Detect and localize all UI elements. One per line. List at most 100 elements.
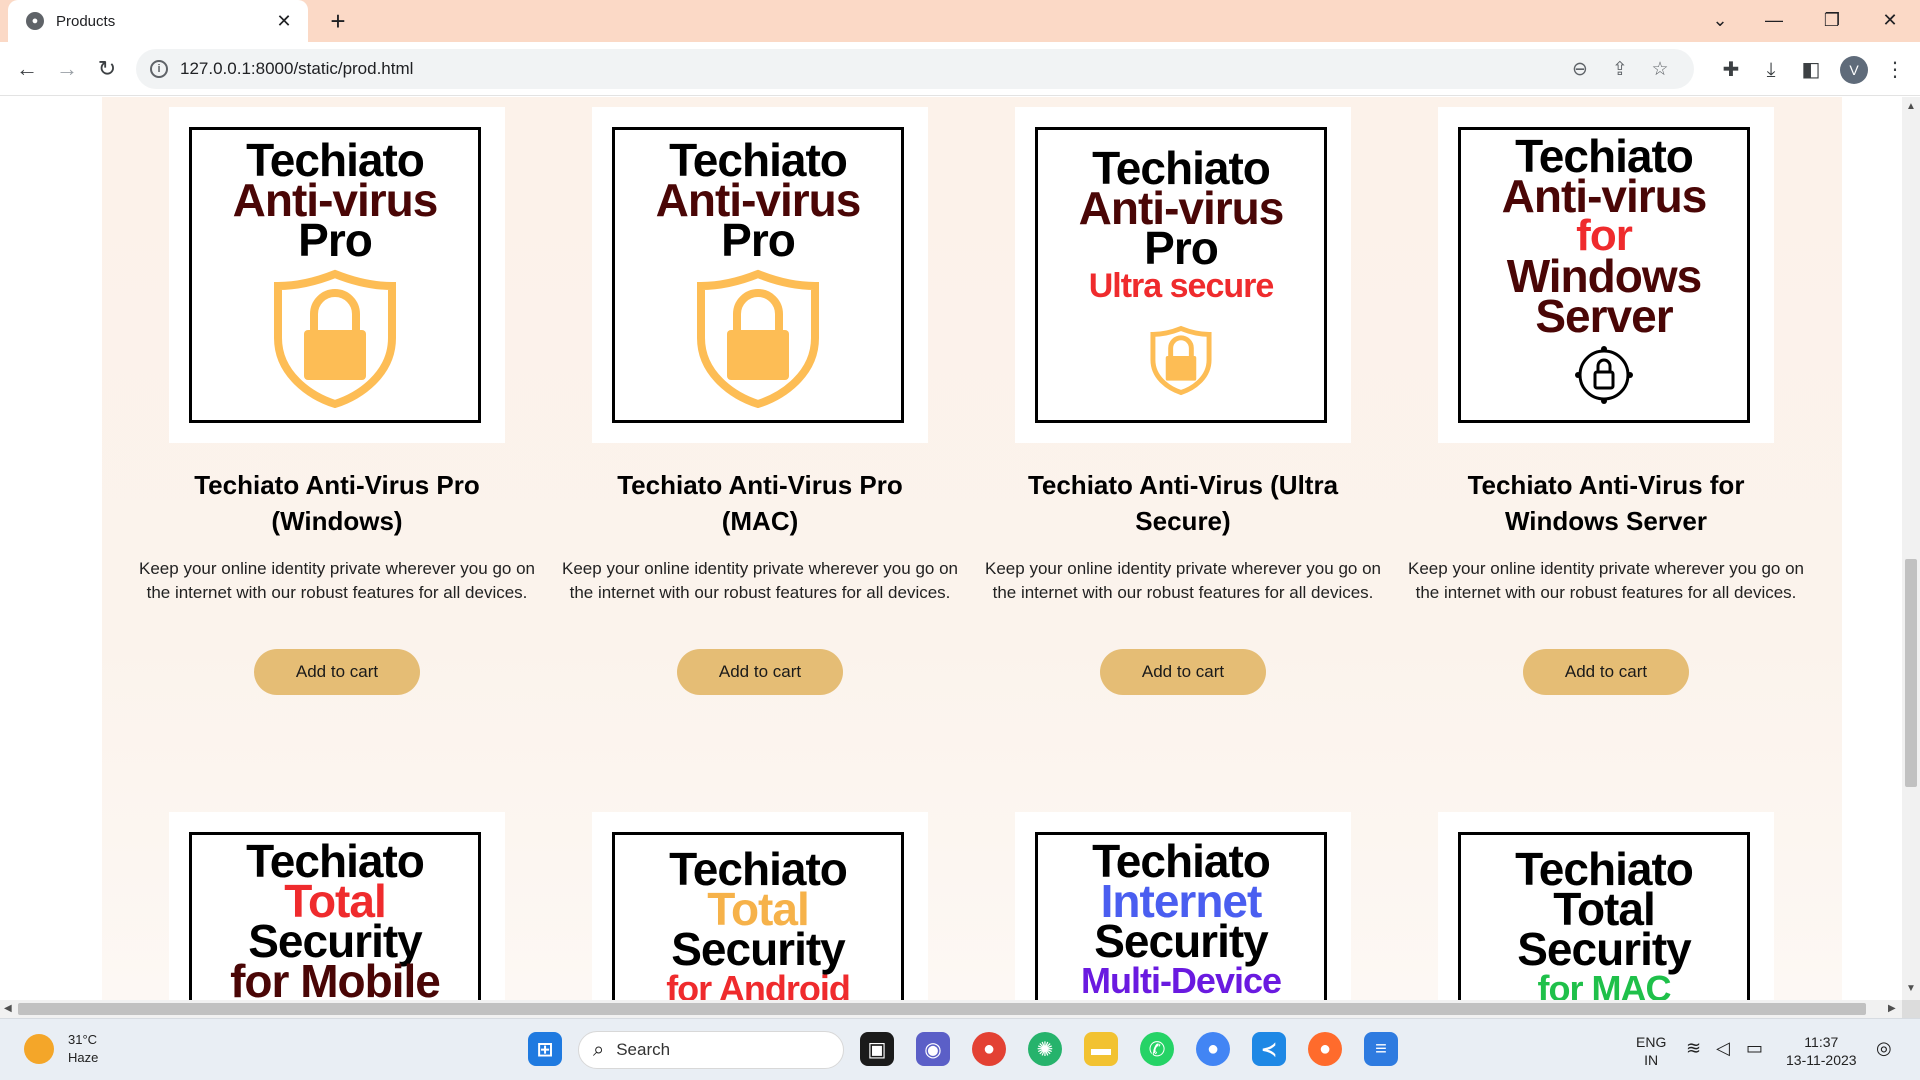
time: 11:37 — [1804, 1034, 1839, 1050]
vscode-icon[interactable]: ≺ — [1252, 1032, 1286, 1066]
shield-lock-icon — [274, 269, 396, 408]
page-viewport: Techiato Anti-virus Pro Techiato Anti-Vi… — [0, 97, 1902, 1000]
product-card: Techiato Internet Security Multi-Device — [1015, 812, 1351, 1000]
search-icon: ⌕ — [593, 1038, 605, 1061]
image-text: Security — [1094, 915, 1269, 967]
forward-icon[interactable]: → — [52, 54, 82, 84]
language-indicator[interactable]: ENG IN — [1636, 1033, 1666, 1069]
scrollbar-corner — [1902, 1000, 1920, 1018]
product-image[interactable]: Techiato Total Security for MAC — [1458, 832, 1750, 1000]
tab-title: Products — [56, 12, 116, 30]
image-text: Pro — [1144, 222, 1219, 274]
firefox-icon[interactable]: ● — [1308, 1032, 1342, 1066]
product-name[interactable]: Techiato Anti-Virus (Ultra Secure) — [971, 467, 1395, 539]
product-description: Keep your online identity private wherev… — [1408, 559, 1804, 602]
product-card: Techiato Anti-virus Pro Ultra secure Tec… — [971, 107, 1395, 695]
browser-toolbar: ← → ↻ i 127.0.0.1:8000/static/prod.html … — [0, 42, 1920, 96]
horizontal-scroll-thumb[interactable] — [18, 1003, 1866, 1015]
add-to-cart-button[interactable]: Add to cart — [677, 649, 843, 695]
product-card: Techiato Anti-virus Pro Techiato Anti-Vi… — [125, 107, 549, 695]
vertical-scroll-thumb[interactable] — [1905, 559, 1917, 787]
address-bar[interactable]: i 127.0.0.1:8000/static/prod.html ⊖ ⇪ ☆ — [136, 49, 1694, 89]
reload-icon[interactable]: ↻ — [92, 54, 122, 84]
search-placeholder: Search — [616, 1040, 671, 1059]
restore-button[interactable]: ❐ — [1808, 0, 1856, 42]
profile-avatar[interactable]: V — [1840, 56, 1868, 84]
url-text[interactable]: 127.0.0.1:8000/static/prod.html — [180, 59, 1560, 79]
scroll-up-icon[interactable]: ▲ — [1902, 101, 1920, 112]
scroll-left-icon[interactable]: ◀ — [4, 1000, 12, 1018]
product-name[interactable]: Techiato Anti-Virus Pro (Windows) — [125, 467, 549, 539]
image-text: Pro — [721, 214, 796, 266]
image-text: Security — [671, 923, 846, 975]
wifi-icon[interactable]: ≋ — [1686, 1039, 1701, 1057]
image-text: for MAC — [1537, 968, 1672, 1001]
product-image[interactable]: Techiato Total Security for Mobile — [189, 832, 481, 1000]
new-tab-button[interactable]: + — [322, 6, 354, 38]
network-lock-icon — [1575, 346, 1633, 404]
region-code: IN — [1644, 1052, 1659, 1068]
scroll-down-icon[interactable]: ▼ — [1902, 983, 1920, 994]
product-image[interactable]: Techiato Anti-virus Pro Ultra secure — [1015, 107, 1351, 443]
extensions-icon[interactable]: ✚ — [1716, 55, 1746, 85]
product-description: Keep your online identity private wherev… — [985, 559, 1381, 602]
notification-icon[interactable]: ◎ — [1876, 1039, 1892, 1057]
image-text: Anti-virus — [1501, 170, 1708, 222]
atom-app-icon[interactable]: ✺ — [1028, 1032, 1062, 1066]
add-to-cart-button[interactable]: Add to cart — [1100, 649, 1266, 695]
back-icon[interactable]: ← — [12, 54, 42, 84]
product-card: Techiato Total Security for Android — [592, 812, 928, 1000]
image-text: Security — [1517, 923, 1692, 975]
product-image[interactable]: Techiato Anti-virus Pro — [169, 107, 505, 443]
image-text: Ultra secure — [1088, 267, 1275, 305]
product-image[interactable]: Techiato Anti-virus for Windows Server — [1438, 107, 1774, 443]
close-tab-icon[interactable]: ✕ — [274, 11, 294, 32]
share-icon[interactable]: ⇪ — [1600, 58, 1640, 81]
product-image[interactable]: Techiato Total Security for Android — [612, 832, 904, 1000]
product-name[interactable]: Techiato Anti-Virus for Windows Server — [1394, 467, 1818, 539]
vertical-scrollbar[interactable]: ▲ ▼ — [1902, 97, 1920, 1000]
chrome-profile-icon[interactable]: ● — [972, 1032, 1006, 1066]
add-to-cart-button[interactable]: Add to cart — [254, 649, 420, 695]
menu-icon[interactable]: ⋮ — [1880, 55, 1910, 85]
product-card: Techiato Anti-virus for Windows Server T… — [1394, 107, 1818, 695]
chrome-icon[interactable]: ● — [1196, 1032, 1230, 1066]
tab-search-icon[interactable]: ⌄ — [1696, 0, 1744, 42]
taskbar-search[interactable]: ⌕ Search — [578, 1031, 844, 1069]
close-window-button[interactable]: ✕ — [1866, 0, 1914, 42]
tab-products[interactable]: ● Products ✕ — [8, 0, 308, 42]
battery-icon[interactable]: ▭ — [1746, 1039, 1763, 1057]
date: 13-11-2023 — [1786, 1052, 1857, 1068]
product-name[interactable]: Techiato Anti-Virus Pro (MAC) — [548, 467, 972, 539]
download-icon[interactable]: ⤓ — [1756, 55, 1786, 85]
task-view-icon[interactable]: ▣ — [860, 1032, 894, 1066]
weather-widget[interactable]: 31°C Haze — [24, 1031, 98, 1067]
minimize-button[interactable]: — — [1750, 0, 1798, 42]
product-card: Techiato Total Security for MAC — [1438, 812, 1774, 1000]
product-description: Keep your online identity private wherev… — [139, 559, 535, 602]
language-code: ENG — [1636, 1034, 1667, 1050]
site-info-icon[interactable]: i — [150, 60, 168, 78]
teams-chat-icon[interactable]: ◉ — [916, 1032, 950, 1066]
windows-start-icon[interactable]: ⊞ — [528, 1032, 562, 1066]
product-image[interactable]: Techiato Anti-virus Pro — [592, 107, 928, 443]
file-explorer-icon[interactable]: ▬ — [1084, 1032, 1118, 1066]
bookmark-star-icon[interactable]: ☆ — [1640, 58, 1680, 81]
notepad-icon[interactable]: ≡ — [1364, 1032, 1398, 1066]
horizontal-scrollbar[interactable]: ◀ ▶ — [0, 1000, 1902, 1018]
add-to-cart-button[interactable]: Add to cart — [1523, 649, 1689, 695]
side-panel-icon[interactable]: ◧ — [1796, 55, 1826, 85]
product-image[interactable]: Techiato Internet Security Multi-Device — [1035, 832, 1327, 1000]
zoom-icon[interactable]: ⊖ — [1560, 58, 1600, 81]
browser-titlebar: ● Products ✕ + ⌄ — ❐ ✕ — [0, 0, 1920, 42]
image-text: Multi-Device — [1080, 960, 1282, 1001]
product-card: Techiato Total Security for Mobile — [169, 812, 505, 1000]
clock[interactable]: 11:37 13-11-2023 — [1786, 1033, 1857, 1069]
weather-condition: Haze — [68, 1050, 99, 1065]
volume-icon[interactable]: ◁ — [1716, 1039, 1730, 1057]
whatsapp-icon[interactable]: ✆ — [1140, 1032, 1174, 1066]
globe-icon: ● — [26, 12, 44, 30]
image-text: Pro — [298, 214, 373, 266]
image-text: Server — [1535, 290, 1673, 342]
scroll-right-icon[interactable]: ▶ — [1888, 1000, 1896, 1018]
